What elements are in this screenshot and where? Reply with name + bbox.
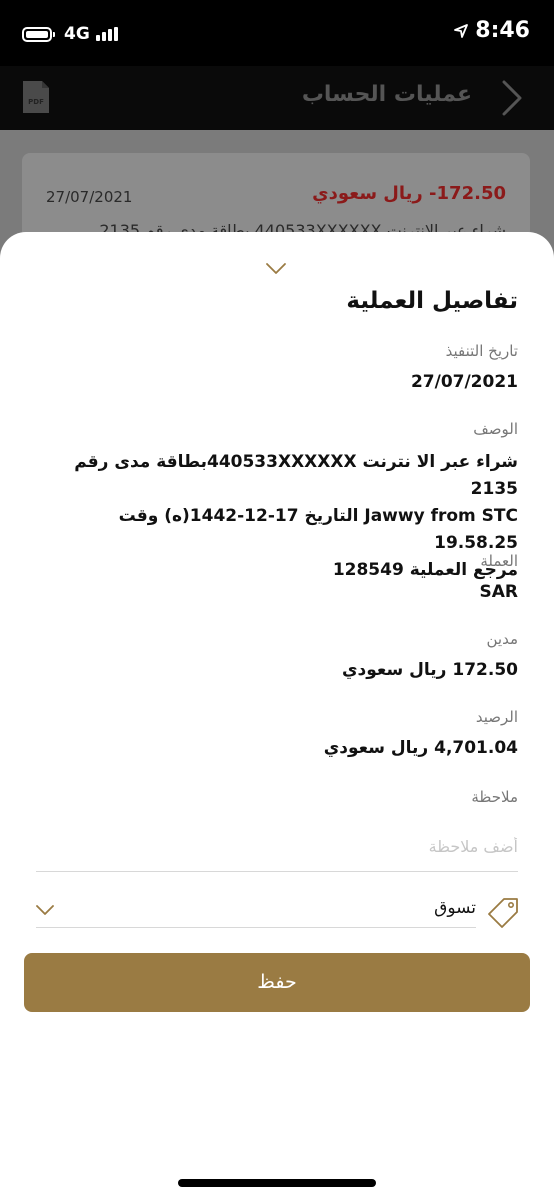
save-button[interactable]: حفظ xyxy=(24,953,530,1012)
page-title: عمليات الحساب xyxy=(301,82,472,107)
transaction-amount: 172.50- ريال سعودي xyxy=(312,183,506,204)
transaction-date: 27/07/2021 xyxy=(46,188,133,206)
network-type: 4G xyxy=(64,24,90,44)
balance-label: الرصيد xyxy=(475,708,518,726)
description-line: شراء عبر الا نترنت 440533XXXXXXبطاقة مدى… xyxy=(74,452,518,499)
balance-value: 4,701.04 ريال سعودي xyxy=(323,738,518,758)
home-indicator xyxy=(178,1179,376,1187)
debit-value: 172.50 ريال سعودي xyxy=(341,660,518,680)
status-bar: 4G 8:46 xyxy=(0,0,554,66)
debit-label: مدين xyxy=(486,630,518,648)
status-left: 4G xyxy=(22,22,118,46)
execution-date-value: 27/07/2021 xyxy=(410,372,518,392)
note-label: ملاحظة xyxy=(471,788,518,806)
location-arrow-icon xyxy=(454,23,469,38)
description-line: مرجع العملية 128549 xyxy=(332,560,518,580)
execution-date-label: تاريخ التنفيذ xyxy=(445,342,518,360)
status-right: 8:46 xyxy=(453,18,530,43)
chevron-down-icon[interactable] xyxy=(265,262,287,276)
category-select[interactable]: تسوق xyxy=(36,892,476,928)
clock: 8:46 xyxy=(475,18,530,43)
chevron-right-icon[interactable] xyxy=(500,78,524,118)
battery-icon xyxy=(22,26,55,42)
chevron-down-icon xyxy=(36,905,54,915)
note-input[interactable] xyxy=(36,822,518,872)
pdf-label: PDF xyxy=(28,98,44,106)
app-header: PDF عمليات الحساب xyxy=(0,66,554,130)
description-line: Jawwy from STC التاريخ 17-12-1442(ه) وقت… xyxy=(118,506,518,553)
pdf-icon[interactable]: PDF xyxy=(22,80,50,114)
signal-icon xyxy=(95,27,118,41)
description-value: شراء عبر الا نترنت 440533XXXXXXبطاقة مدى… xyxy=(36,449,518,584)
currency-label: العملة xyxy=(480,552,518,570)
tag-icon xyxy=(488,898,518,928)
sheet-title: تفاصيل العملية xyxy=(346,288,518,314)
currency-value: SAR xyxy=(479,582,519,602)
transaction-details-sheet: تفاصيل العملية تاريخ التنفيذ 27/07/2021 … xyxy=(0,232,554,1200)
category-value: تسوق xyxy=(434,898,476,918)
description-label: الوصف xyxy=(473,420,518,438)
